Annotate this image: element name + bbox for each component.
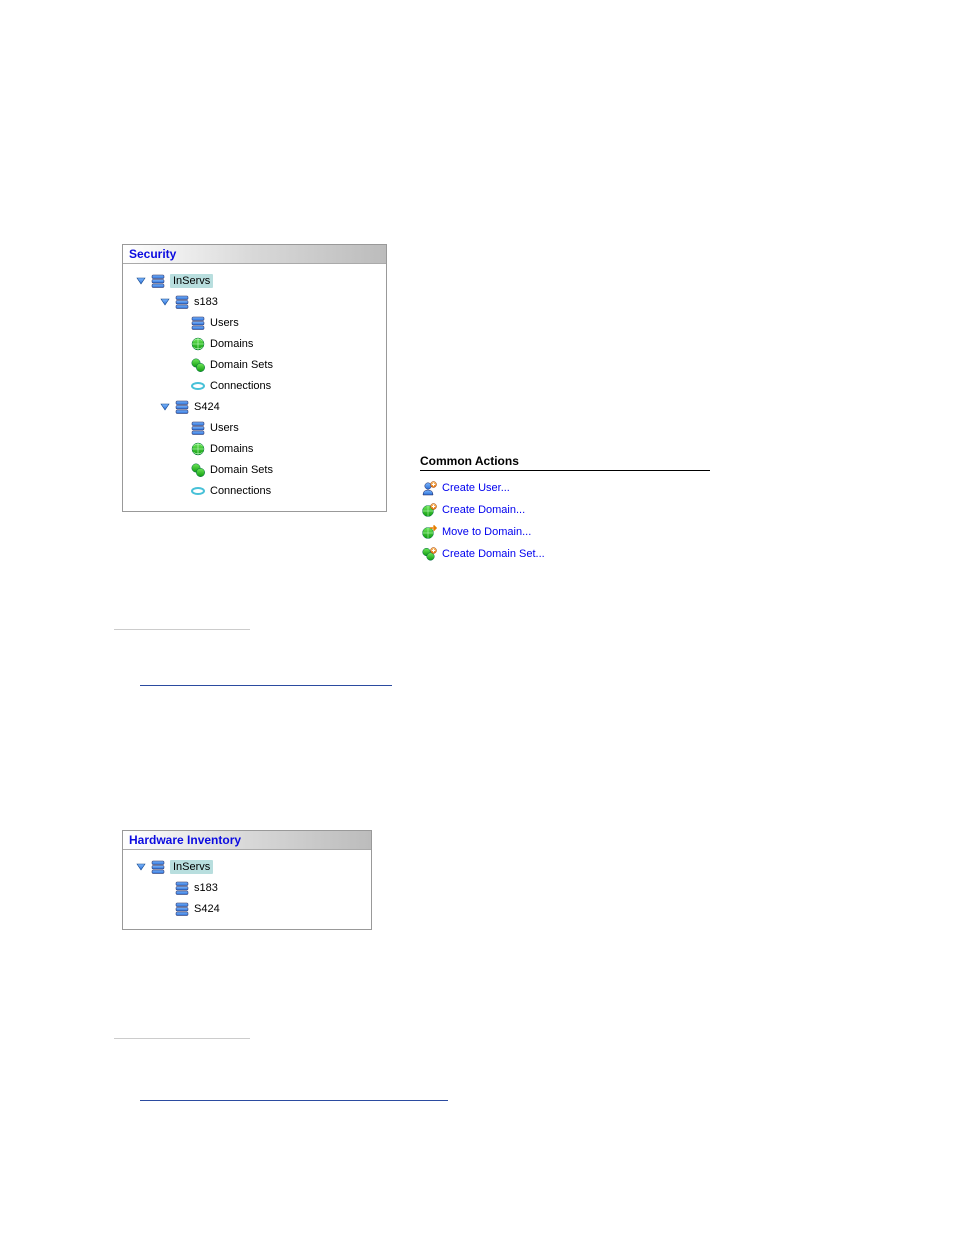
tree-label-server-0[interactable]: s183: [194, 296, 218, 308]
tree-label[interactable]: Domains: [210, 443, 253, 455]
tree-node-domainsets-1[interactable]: Domain Sets: [127, 459, 382, 480]
action-link[interactable]: Create Domain...: [442, 504, 525, 516]
security-tree: InServs s183 Users Domains: [123, 264, 386, 511]
action-link[interactable]: Move to Domain...: [442, 526, 531, 538]
expand-toggle-icon[interactable]: [159, 296, 171, 308]
hardware-panel: Hardware Inventory InServs s183 S424: [122, 830, 372, 930]
globe-add-icon: [420, 501, 438, 519]
domainset-icon: [189, 356, 207, 374]
domainset-icon: [189, 461, 207, 479]
tree-label[interactable]: Domain Sets: [210, 464, 273, 476]
tree-node-server-1[interactable]: S424: [127, 396, 382, 417]
tree-label-server-1[interactable]: S424: [194, 401, 220, 413]
action-move-domain[interactable]: Move to Domain...: [420, 521, 710, 543]
tree-node-domains-0[interactable]: Domains: [127, 333, 382, 354]
connection-icon: [189, 482, 207, 500]
action-create-user[interactable]: Create User...: [420, 477, 710, 499]
tree-label-inservs-hw[interactable]: InServs: [170, 860, 213, 874]
security-panel: Security InServs s183 Users: [122, 244, 387, 512]
tree-node-users-1[interactable]: Users: [127, 417, 382, 438]
panel-title-hardware: Hardware Inventory: [123, 831, 371, 850]
tree-node-hw-server-0[interactable]: s183: [127, 877, 367, 898]
common-actions-panel: Common Actions Create User... Create Dom…: [420, 454, 710, 565]
action-create-domain[interactable]: Create Domain...: [420, 499, 710, 521]
divider-blue: [140, 685, 392, 686]
connection-icon: [189, 377, 207, 395]
tree-label[interactable]: Connections: [210, 380, 271, 392]
common-actions-title: Common Actions: [420, 454, 710, 471]
user-add-icon: [420, 479, 438, 497]
tree-label[interactable]: S424: [194, 903, 220, 915]
tree-label[interactable]: Domains: [210, 338, 253, 350]
tree-label-inservs[interactable]: InServs: [170, 274, 213, 288]
server-icon: [189, 314, 207, 332]
globe-move-icon: [420, 523, 438, 541]
tree-node-connections-1[interactable]: Connections: [127, 480, 382, 501]
hardware-tree: InServs s183 S424: [123, 850, 371, 929]
expand-toggle-icon[interactable]: [135, 861, 147, 873]
tree-label[interactable]: s183: [194, 882, 218, 894]
tree-node-domains-1[interactable]: Domains: [127, 438, 382, 459]
tree-label[interactable]: Connections: [210, 485, 271, 497]
server-icon: [173, 398, 191, 416]
divider-blue: [140, 1100, 448, 1101]
tree-node-server-0[interactable]: s183: [127, 291, 382, 312]
expand-toggle-icon[interactable]: [135, 275, 147, 287]
action-link[interactable]: Create User...: [442, 482, 510, 494]
tree-label[interactable]: Users: [210, 422, 239, 434]
globe-icon: [189, 440, 207, 458]
panel-title-security: Security: [123, 245, 386, 264]
divider: [114, 1038, 250, 1039]
tree-node-domainsets-0[interactable]: Domain Sets: [127, 354, 382, 375]
tree-node-hw-server-1[interactable]: S424: [127, 898, 367, 919]
tree-node-inservs-hw[interactable]: InServs: [127, 856, 367, 877]
server-icon: [173, 293, 191, 311]
tree-label[interactable]: Domain Sets: [210, 359, 273, 371]
tree-label[interactable]: Users: [210, 317, 239, 329]
domainset-add-icon: [420, 545, 438, 563]
server-icon: [173, 879, 191, 897]
server-icon: [149, 858, 167, 876]
expand-toggle-icon[interactable]: [159, 401, 171, 413]
action-create-domainset[interactable]: Create Domain Set...: [420, 543, 710, 565]
globe-icon: [189, 335, 207, 353]
tree-node-users-0[interactable]: Users: [127, 312, 382, 333]
server-icon: [149, 272, 167, 290]
action-link[interactable]: Create Domain Set...: [442, 548, 545, 560]
tree-node-inservs[interactable]: InServs: [127, 270, 382, 291]
server-icon: [173, 900, 191, 918]
server-icon: [189, 419, 207, 437]
divider: [114, 629, 250, 630]
tree-node-connections-0[interactable]: Connections: [127, 375, 382, 396]
